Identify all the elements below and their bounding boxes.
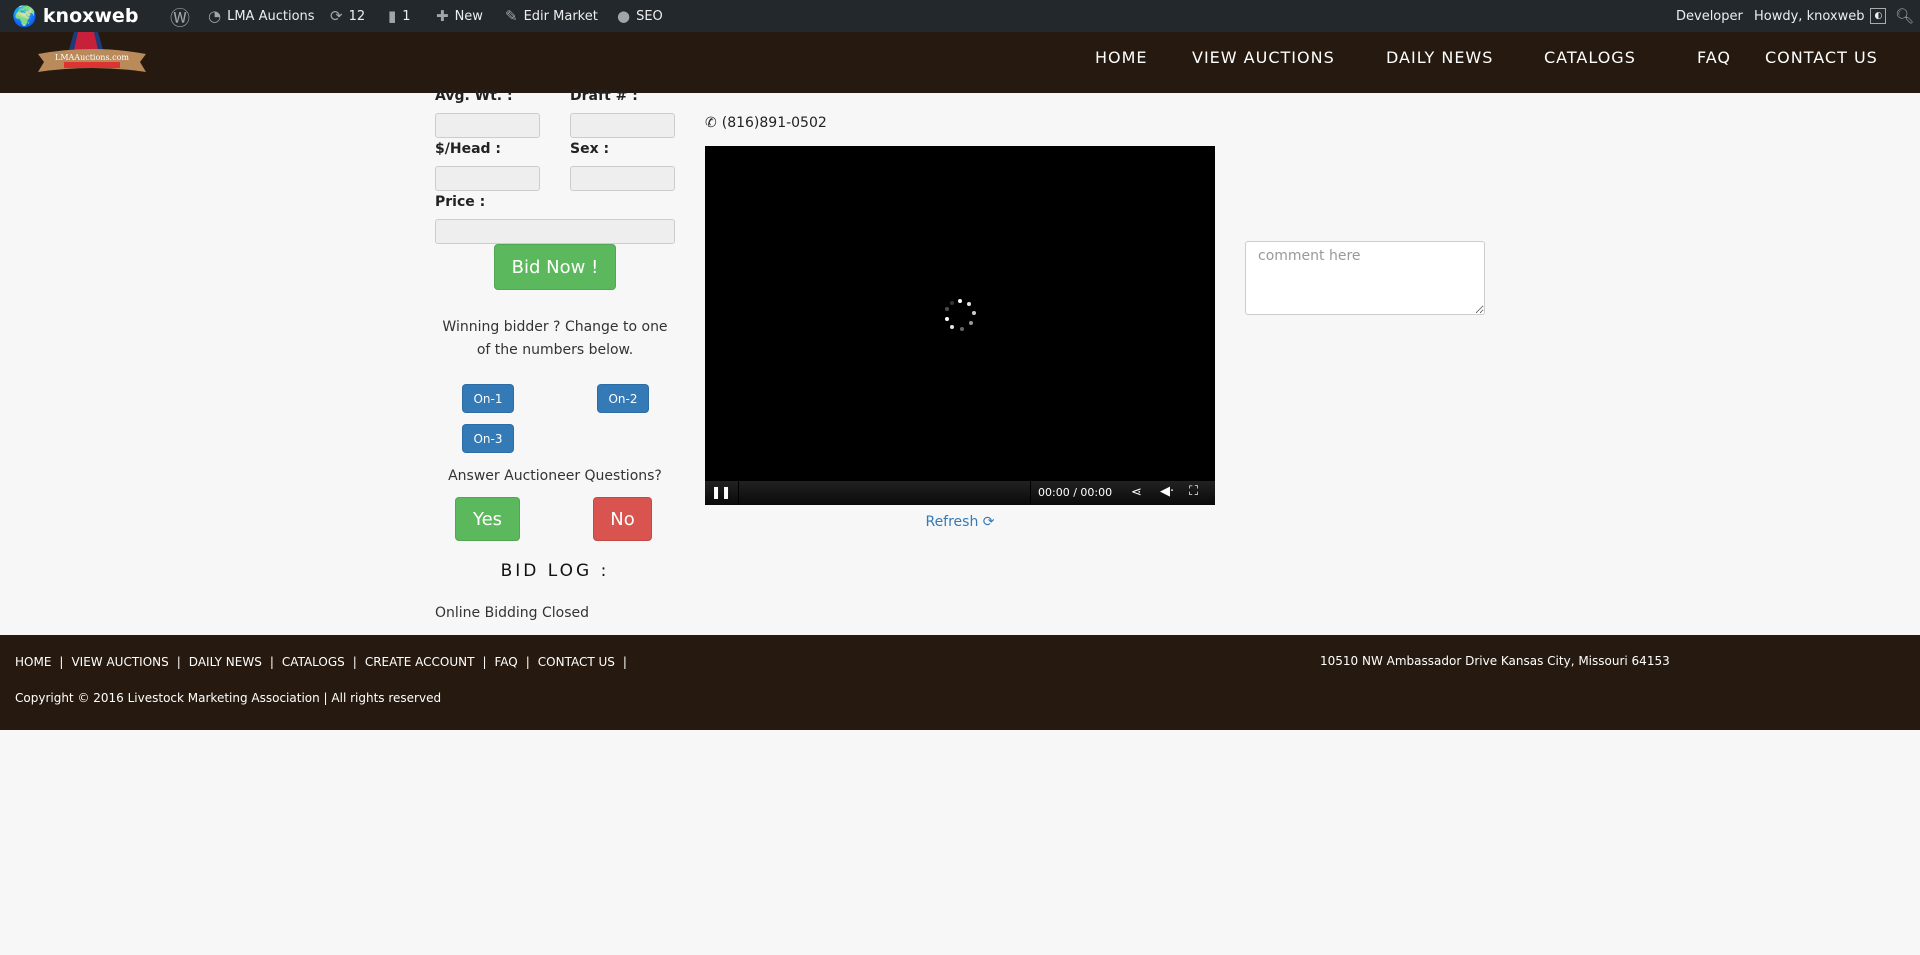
svg-text:LMAAuctions.com: LMAAuctions.com	[55, 53, 129, 62]
video-player[interactable]: ❚❚ 00:00 / 00:00 ⋖ ◀· ⛶	[705, 146, 1215, 505]
updates-count: 12	[348, 8, 366, 24]
winning-bidder-text: Winning bidder ? Change to one of the nu…	[442, 319, 668, 358]
price-input[interactable]	[435, 219, 675, 244]
site-name: LMA Auctions	[227, 8, 315, 24]
on-3-button[interactable]: On-3	[462, 424, 514, 453]
refresh-link[interactable]: Refresh ⟳	[705, 514, 1215, 530]
footer-link-catalogs[interactable]: CATALOGS	[282, 655, 345, 669]
circle-icon: ●	[617, 7, 631, 25]
account-menu[interactable]: Howdy, knoxweb ◐	[1754, 0, 1887, 32]
seo-link[interactable]: ● SEO	[617, 0, 663, 32]
share-icon[interactable]: ⋖	[1131, 485, 1142, 500]
refresh-icon: ⟳	[982, 514, 995, 530]
edit-link[interactable]: ✎ Edir Market	[505, 0, 598, 32]
volume-icon[interactable]: ◀·	[1160, 484, 1174, 499]
footer-link-view-auctions[interactable]: VIEW AUCTIONS	[71, 655, 168, 669]
pause-button[interactable]: ❚❚	[711, 485, 731, 499]
updates-link[interactable]: ⟳ 12	[330, 0, 365, 32]
refresh-icon: ⟳	[330, 7, 343, 25]
per-head-input[interactable]	[435, 166, 540, 191]
footer-link-daily-news[interactable]: DAILY NEWS	[189, 655, 262, 669]
yes-button[interactable]: Yes	[455, 497, 520, 541]
phone-icon: ✆	[705, 115, 717, 131]
site-name-link[interactable]: ◔ LMA Auctions	[208, 0, 315, 32]
avatar: ◐	[1870, 8, 1887, 24]
wordpress-icon: Ⓦ	[170, 5, 190, 30]
comments-link[interactable]: ▮ 1	[388, 0, 411, 32]
time-display: 00:00 / 00:00	[1038, 486, 1113, 499]
edit-label: Edir Market	[523, 8, 598, 24]
answer-questions-label: Answer Auctioneer Questions?	[448, 468, 662, 484]
pencil-icon: ✎	[505, 7, 518, 25]
copyright: Copyright © 2016 Livestock Marketing Ass…	[15, 691, 442, 705]
plus-icon: ✚	[436, 7, 449, 25]
footer-link-home[interactable]: HOME	[15, 655, 51, 669]
on-1-button[interactable]: On-1	[462, 384, 514, 413]
wordpress-menu[interactable]: Ⓦ	[170, 0, 190, 32]
site-home-link[interactable]: 🌍 knoxweb	[12, 0, 138, 32]
progress-bar[interactable]	[738, 481, 1031, 505]
draft-label: Draft # :	[570, 88, 638, 104]
nav-view-auctions[interactable]: VIEW AUCTIONS	[1192, 48, 1335, 67]
search-icon: 🔍︎	[1895, 7, 1915, 25]
video-controls: ❚❚ 00:00 / 00:00 ⋖ ◀· ⛶	[705, 481, 1215, 505]
search-button[interactable]: 🔍︎	[1895, 0, 1914, 32]
avg-wt-input[interactable]	[435, 113, 540, 138]
phone-number: ✆ (816)891-0502	[705, 115, 827, 131]
howdy-label: Howdy, knoxweb	[1754, 8, 1865, 24]
site-label: knoxweb	[42, 5, 139, 27]
sex-label: Sex :	[570, 141, 610, 157]
nav-faq[interactable]: FAQ	[1697, 48, 1731, 67]
sex-input[interactable]	[570, 166, 675, 191]
nav-home[interactable]: HOME	[1095, 48, 1148, 67]
per-head-label: $/Head :	[435, 141, 502, 157]
no-button[interactable]: No	[593, 497, 652, 541]
footer-link-faq[interactable]: FAQ	[494, 655, 517, 669]
comment-icon: ▮	[388, 7, 397, 25]
footer-address: 10510 NW Ambassador Drive Kansas City, M…	[1320, 654, 1670, 668]
loading-spinner-icon	[945, 299, 976, 331]
developer-label: Developer	[1676, 8, 1743, 24]
draft-input[interactable]	[570, 113, 675, 138]
bid-log-heading: BID LOG :	[500, 561, 610, 581]
bidding-status: Online Bidding Closed	[435, 605, 589, 621]
site-logo[interactable]: LMAAuctions.com	[36, 32, 148, 80]
price-label: Price :	[435, 194, 486, 210]
admin-bar: 🌍 knoxweb Ⓦ ◔ LMA Auctions ⟳ 12 ▮ 1 ✚ New ✎ Ed…	[0, 0, 1920, 32]
developer-link[interactable]: Developer	[1676, 0, 1743, 32]
logo-icon: LMAAuctions.com	[38, 32, 146, 72]
footer-link-contact-us[interactable]: CONTACT US	[538, 655, 615, 669]
refresh-label: Refresh	[925, 514, 979, 530]
fullscreen-icon[interactable]: ⛶	[1189, 484, 1198, 499]
bid-now-button[interactable]: Bid Now !	[494, 244, 616, 290]
footer-links: HOME | VIEW AUCTIONS | DAILY NEWS | CATALOG…	[15, 655, 627, 669]
site-footer: HOME | VIEW AUCTIONS | DAILY NEWS | CATALOG…	[0, 635, 1920, 730]
on-2-button[interactable]: On-2	[597, 384, 649, 413]
dashboard-icon: ◔	[208, 7, 222, 25]
nav-catalogs[interactable]: CATALOGS	[1544, 48, 1636, 67]
comment-input[interactable]	[1245, 241, 1485, 315]
new-link[interactable]: ✚ New	[436, 0, 483, 32]
nav-contact-us[interactable]: CONTACT US	[1765, 48, 1878, 67]
globe-icon: 🌍	[12, 4, 37, 28]
phone-text: (816)891-0502	[721, 115, 827, 131]
nav-daily-news[interactable]: DAILY NEWS	[1386, 48, 1493, 67]
comments-count: 1	[402, 8, 411, 24]
seo-label: SEO	[636, 8, 663, 24]
avg-wt-label: Avg. Wt. :	[435, 88, 513, 104]
new-label: New	[454, 8, 483, 24]
footer-link-create-account[interactable]: CREATE ACCOUNT	[365, 655, 475, 669]
